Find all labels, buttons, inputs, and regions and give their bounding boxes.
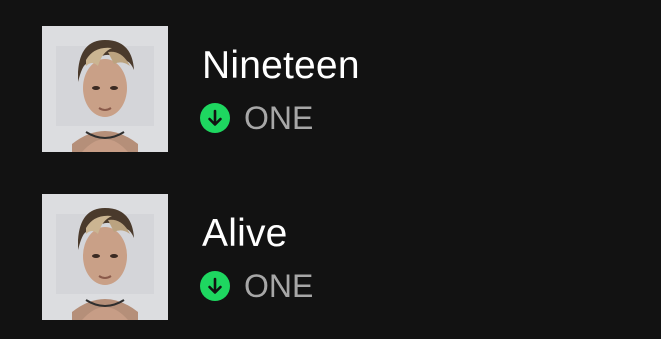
track-title: Nineteen [202,44,360,87]
track-meta: ONE [200,266,313,306]
album-cover [42,194,168,320]
download-arrow-icon [200,103,230,133]
track-row[interactable]: Nineteen ONE [0,24,661,154]
album-art-image [42,26,168,152]
album-art-image [42,194,168,320]
album-cover [42,26,168,152]
track-title: Alive [202,212,288,255]
track-row[interactable]: Alive ONE [0,192,661,322]
track-list: Nineteen ONE Alive ONE [0,0,661,339]
track-meta: ONE [200,98,313,138]
track-artist: ONE [244,268,314,304]
track-artist: ONE [244,100,314,136]
download-arrow-icon [200,271,230,301]
